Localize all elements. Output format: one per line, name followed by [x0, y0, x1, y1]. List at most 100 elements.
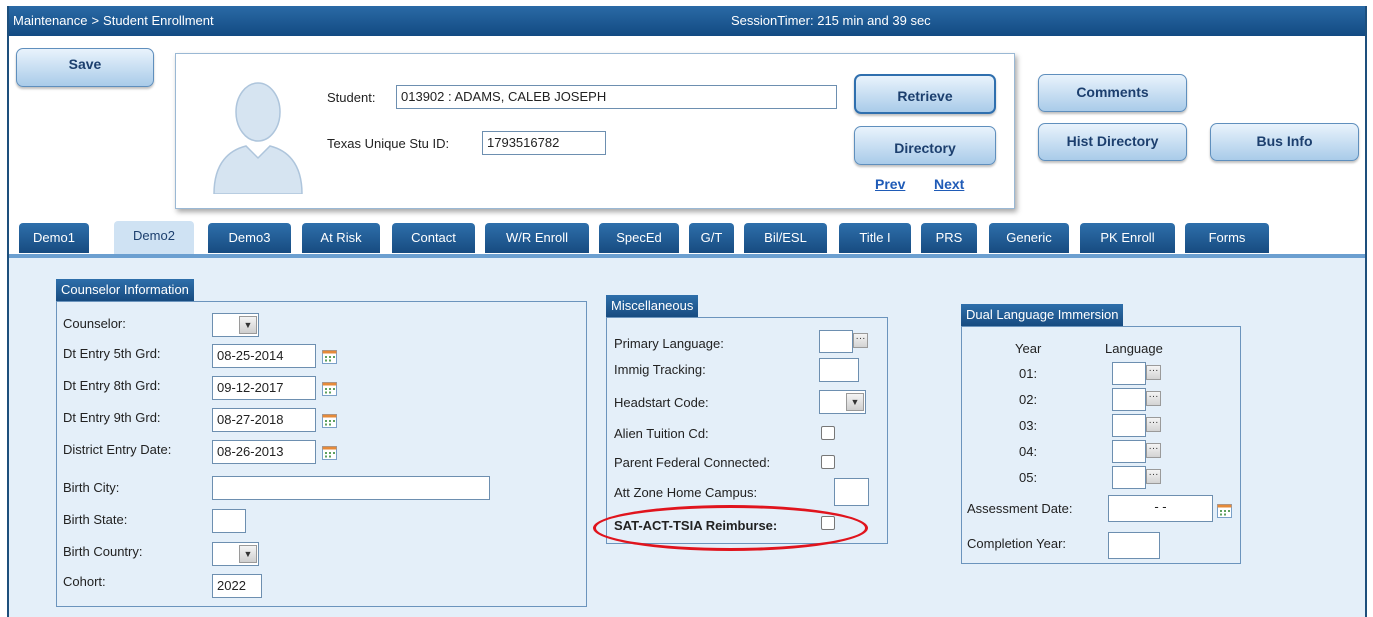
- birth-city-label: Birth City:: [63, 480, 120, 495]
- comments-button[interactable]: Comments: [1038, 74, 1187, 112]
- assessment-date-field[interactable]: - -: [1108, 495, 1213, 522]
- lookup-ellipsis-icon[interactable]: ···: [853, 333, 868, 348]
- next-link[interactable]: Next: [934, 176, 964, 192]
- dual-year-01: 01:: [1019, 366, 1038, 381]
- dual-language-lookup-05[interactable]: ···: [1112, 466, 1162, 489]
- cohort-label: Cohort:: [63, 574, 106, 589]
- calendar-icon[interactable]: [1217, 503, 1232, 518]
- tab-speced[interactable]: SpecEd: [599, 223, 679, 253]
- cohort-field[interactable]: 2022: [212, 574, 262, 598]
- tab-title-i[interactable]: Title I: [839, 223, 911, 253]
- headstart-code-label: Headstart Code:: [614, 395, 709, 410]
- tab-forms[interactable]: Forms: [1185, 223, 1269, 253]
- counselor-select[interactable]: ▼: [212, 313, 259, 337]
- primary-language-lookup[interactable]: ···: [819, 330, 869, 353]
- tab-demo3[interactable]: Demo3: [208, 223, 291, 253]
- tsid-label: Texas Unique Stu ID:: [327, 136, 450, 151]
- birth-country-label: Birth Country:: [63, 544, 143, 559]
- headstart-code-select[interactable]: ▼: [819, 390, 866, 414]
- student-avatar: [213, 82, 303, 194]
- dt8-label: Dt Entry 8th Grd:: [63, 378, 161, 393]
- tab-gt[interactable]: G/T: [689, 223, 734, 253]
- dual-language-input[interactable]: [1112, 362, 1146, 385]
- tab-contact[interactable]: Contact: [392, 223, 475, 253]
- bus-info-button[interactable]: Bus Info: [1210, 123, 1359, 161]
- language-header: Language: [1105, 341, 1163, 356]
- assessment-date-label: Assessment Date:: [967, 501, 1073, 516]
- dt9-label: Dt Entry 9th Grd:: [63, 410, 161, 425]
- dual-language-input[interactable]: [1112, 414, 1146, 437]
- dual-language-group: [961, 326, 1241, 564]
- dual-language-lookup-01[interactable]: ···: [1112, 362, 1162, 385]
- breadcrumb: Maintenance > Student Enrollment: [13, 13, 214, 28]
- student-label: Student:: [327, 90, 376, 105]
- parent-federal-checkbox[interactable]: [821, 455, 835, 469]
- student-field[interactable]: 013902 : ADAMS, CALEB JOSEPH: [396, 85, 837, 109]
- tab-generic[interactable]: Generic: [989, 223, 1069, 253]
- dt9-field[interactable]: 08-27-2018: [212, 408, 316, 432]
- dual-year-05: 05:: [1019, 470, 1038, 485]
- dual-language-input[interactable]: [1112, 388, 1146, 411]
- lookup-ellipsis-icon[interactable]: ···: [1146, 443, 1161, 458]
- lookup-ellipsis-icon[interactable]: ···: [1146, 417, 1161, 432]
- breadcrumb-section[interactable]: Maintenance: [13, 13, 87, 28]
- save-button[interactable]: Save: [16, 48, 154, 87]
- dual-year-03: 03:: [1019, 418, 1038, 433]
- lookup-ellipsis-icon[interactable]: ···: [1146, 469, 1161, 484]
- chevron-down-icon: ▼: [239, 545, 257, 563]
- title-bar: Maintenance > Student Enrollment SessionTi…: [9, 6, 1365, 36]
- birth-country-select[interactable]: ▼: [212, 542, 259, 566]
- dual-language-lookup-02[interactable]: ···: [1112, 388, 1162, 411]
- dual-year-04: 04:: [1019, 444, 1038, 459]
- app-window: Maintenance > Student Enrollment SessionTi…: [7, 6, 1367, 617]
- tab-prs[interactable]: PRS: [921, 223, 977, 253]
- dt8-field[interactable]: 09-12-2017: [212, 376, 316, 400]
- dual-language-lookup-03[interactable]: ···: [1112, 414, 1162, 437]
- tab-demo2[interactable]: Demo2: [114, 221, 194, 254]
- att-zone-label: Att Zone Home Campus:: [614, 485, 758, 500]
- primary-language-input[interactable]: [819, 330, 853, 353]
- dual-language-input[interactable]: [1112, 440, 1146, 463]
- calendar-icon[interactable]: [322, 381, 337, 396]
- calendar-icon[interactable]: [322, 445, 337, 460]
- birth-state-field[interactable]: [212, 509, 246, 533]
- dual-language-lookup-04[interactable]: ···: [1112, 440, 1162, 463]
- counselor-group-title: Counselor Information: [56, 279, 194, 301]
- district-entry-label: District Entry Date:: [63, 442, 172, 457]
- highlight-circle: [593, 505, 868, 551]
- alien-tuition-checkbox[interactable]: [821, 426, 835, 440]
- counselor-label: Counselor:: [63, 316, 126, 331]
- tab-pk-enroll[interactable]: PK Enroll: [1080, 223, 1175, 253]
- lookup-ellipsis-icon[interactable]: ···: [1146, 391, 1161, 406]
- tab-bil-esl[interactable]: Bil/ESL: [744, 223, 827, 253]
- breadcrumb-separator: >: [91, 13, 100, 28]
- dual-language-input[interactable]: [1112, 466, 1146, 489]
- dt5-field[interactable]: 08-25-2014: [212, 344, 316, 368]
- session-timer: SessionTimer: 215 min and 39 sec: [731, 13, 931, 28]
- tab-at-risk[interactable]: At Risk: [302, 223, 380, 253]
- tab-demo1[interactable]: Demo1: [19, 223, 89, 253]
- immig-tracking-label: Immig Tracking:: [614, 362, 706, 377]
- tsid-field[interactable]: 1793516782: [482, 131, 606, 155]
- chevron-down-icon: ▼: [846, 393, 864, 411]
- district-entry-field[interactable]: 08-26-2013: [212, 440, 316, 464]
- prev-link[interactable]: Prev: [875, 176, 905, 192]
- directory-button[interactable]: Directory: [854, 126, 996, 165]
- calendar-icon[interactable]: [322, 413, 337, 428]
- tab-wr-enroll[interactable]: W/R Enroll: [485, 223, 589, 253]
- immig-tracking-field[interactable]: [819, 358, 859, 382]
- dual-language-group-title: Dual Language Immersion: [961, 304, 1124, 326]
- dt5-label: Dt Entry 5th Grd:: [63, 346, 161, 361]
- hist-directory-button[interactable]: Hist Directory: [1038, 123, 1187, 161]
- att-zone-field[interactable]: [834, 478, 869, 506]
- misc-group-title: Miscellaneous: [606, 295, 699, 317]
- year-header: Year: [1015, 341, 1042, 356]
- lookup-ellipsis-icon[interactable]: ···: [1146, 365, 1161, 380]
- breadcrumb-page: Student Enrollment: [103, 13, 214, 28]
- birth-city-field[interactable]: [212, 476, 490, 500]
- calendar-icon[interactable]: [322, 349, 337, 364]
- chevron-down-icon: ▼: [239, 316, 257, 334]
- primary-language-label: Primary Language:: [614, 336, 724, 351]
- completion-year-field[interactable]: [1108, 532, 1160, 559]
- retrieve-button[interactable]: Retrieve: [854, 74, 996, 114]
